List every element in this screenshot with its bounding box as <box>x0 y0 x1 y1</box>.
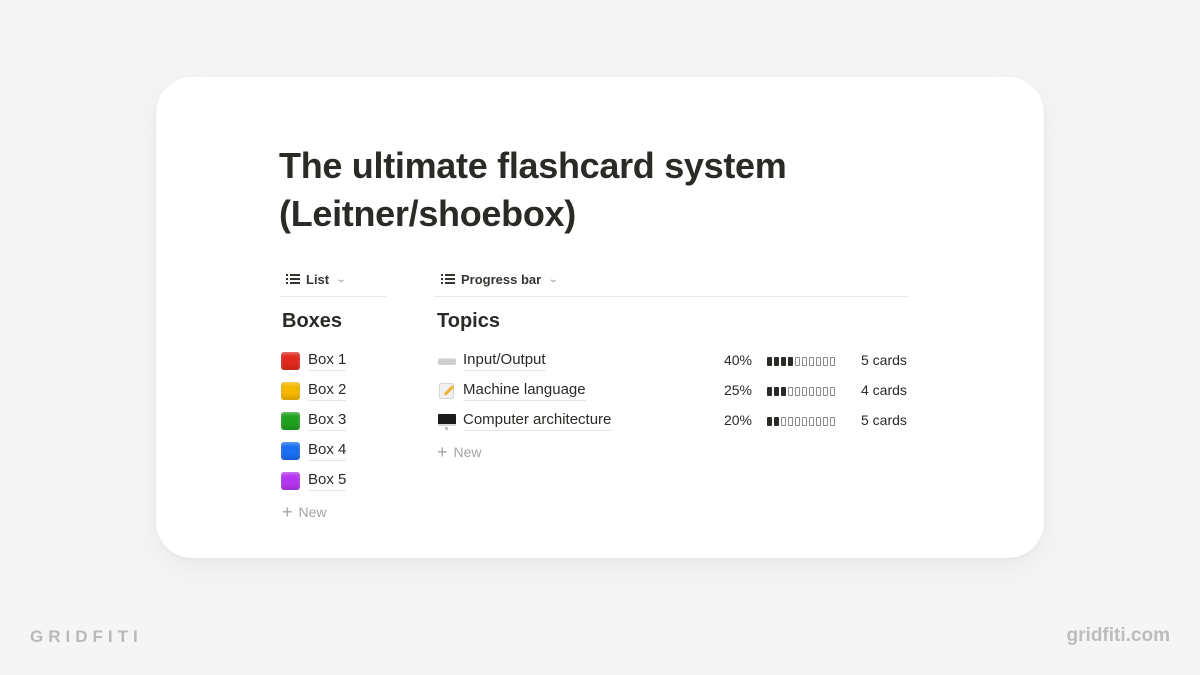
progress-segment-filled <box>774 387 779 396</box>
progress-segment-empty <box>830 387 835 396</box>
topic-list-item[interactable]: Machine language <box>437 379 586 403</box>
progress-segment-empty <box>809 417 814 426</box>
progress-segment-empty <box>795 387 800 396</box>
progress-segment-empty <box>816 357 821 366</box>
plus-icon: + <box>282 502 293 522</box>
new-box-button[interactable]: + New <box>282 502 327 522</box>
view-divider <box>434 296 909 297</box>
chevron-down-icon: ⌄ <box>335 273 347 285</box>
progress-percent: 20% <box>723 412 752 428</box>
progress-segment-empty <box>809 387 814 396</box>
new-topic-button[interactable]: + New <box>437 442 482 462</box>
view-tab-list[interactable]: List ⌄ <box>286 268 347 290</box>
progress-segment-empty <box>823 357 828 366</box>
list-icon <box>286 273 300 285</box>
desktop-computer-icon <box>437 412 456 430</box>
colored-square-icon <box>281 352 300 370</box>
progress-segment-empty <box>809 357 814 366</box>
topic-list-item[interactable]: Input/Output <box>437 349 546 373</box>
progress-segment-filled <box>767 357 772 366</box>
box-list-item[interactable]: Box 1 <box>281 349 347 373</box>
topic-label[interactable]: Machine language <box>463 381 586 401</box>
list-icon <box>441 273 455 285</box>
section-title-boxes: Boxes <box>282 310 343 332</box>
view-tab-label: List <box>306 271 330 287</box>
progress-segment-empty <box>816 417 821 426</box>
progress-segment-empty <box>830 357 835 366</box>
view-divider <box>279 296 386 297</box>
topic-label[interactable]: Input/Output <box>463 351 546 371</box>
plus-icon: + <box>437 442 448 462</box>
progress-segment-empty <box>802 357 807 366</box>
keyboard-icon <box>437 352 456 370</box>
colored-square-icon <box>281 412 300 430</box>
memo-icon <box>437 382 456 400</box>
card-count: 5 cards <box>861 352 907 368</box>
progress-segment-empty <box>816 387 821 396</box>
box-label[interactable]: Box 1 <box>308 351 347 371</box>
progress-segment-filled <box>781 357 786 366</box>
progress-segment-empty <box>788 387 793 396</box>
box-label[interactable]: Box 4 <box>308 441 347 461</box>
progress-segment-empty <box>788 417 793 426</box>
box-list-item[interactable]: Box 2 <box>281 379 347 403</box>
progress-segment-filled <box>767 417 772 426</box>
topic-list-item[interactable]: Computer architecture <box>437 409 612 433</box>
box-list-item[interactable]: Box 5 <box>281 469 347 493</box>
card-count: 4 cards <box>861 382 907 398</box>
colored-square-icon <box>281 382 300 400</box>
box-list-item[interactable]: Box 3 <box>281 409 347 433</box>
box-label[interactable]: Box 5 <box>308 471 347 491</box>
progress-segment-empty <box>830 417 835 426</box>
box-label[interactable]: Box 3 <box>308 411 347 431</box>
box-list-item[interactable]: Box 4 <box>281 439 347 463</box>
colored-square-icon <box>281 472 300 490</box>
progress-segment-filled <box>774 357 779 366</box>
progress-segment-empty <box>781 417 786 426</box>
progress-bar <box>767 417 835 426</box>
progress-bar <box>767 357 835 366</box>
colored-square-icon <box>281 442 300 460</box>
progress-segment-empty <box>802 417 807 426</box>
progress-percent: 40% <box>723 352 752 368</box>
progress-segment-filled <box>788 357 793 366</box>
progress-segment-empty <box>823 417 828 426</box>
progress-segment-filled <box>767 387 772 396</box>
progress-segment-filled <box>774 417 779 426</box>
progress-segment-empty <box>795 417 800 426</box>
box-label[interactable]: Box 2 <box>308 381 347 401</box>
progress-segment-filled <box>781 387 786 396</box>
gridfiti-url: gridfiti.com <box>1066 625 1170 646</box>
view-tab-label: Progress bar <box>461 271 542 287</box>
progress-segment-empty <box>795 357 800 366</box>
progress-percent: 25% <box>723 382 752 398</box>
chevron-down-icon: ⌄ <box>547 273 559 285</box>
progress-bar <box>767 387 835 396</box>
card-count: 5 cards <box>861 412 907 428</box>
progress-segment-empty <box>802 387 807 396</box>
section-title-topics: Topics <box>437 310 500 332</box>
gridfiti-logo: GRIDFITI <box>30 627 143 646</box>
topic-label[interactable]: Computer architecture <box>463 411 612 431</box>
view-tab-progress-bar[interactable]: Progress bar ⌄ <box>441 268 559 290</box>
page-title: The ultimate flashcard system (Leitner/s… <box>279 145 787 234</box>
progress-segment-empty <box>823 387 828 396</box>
